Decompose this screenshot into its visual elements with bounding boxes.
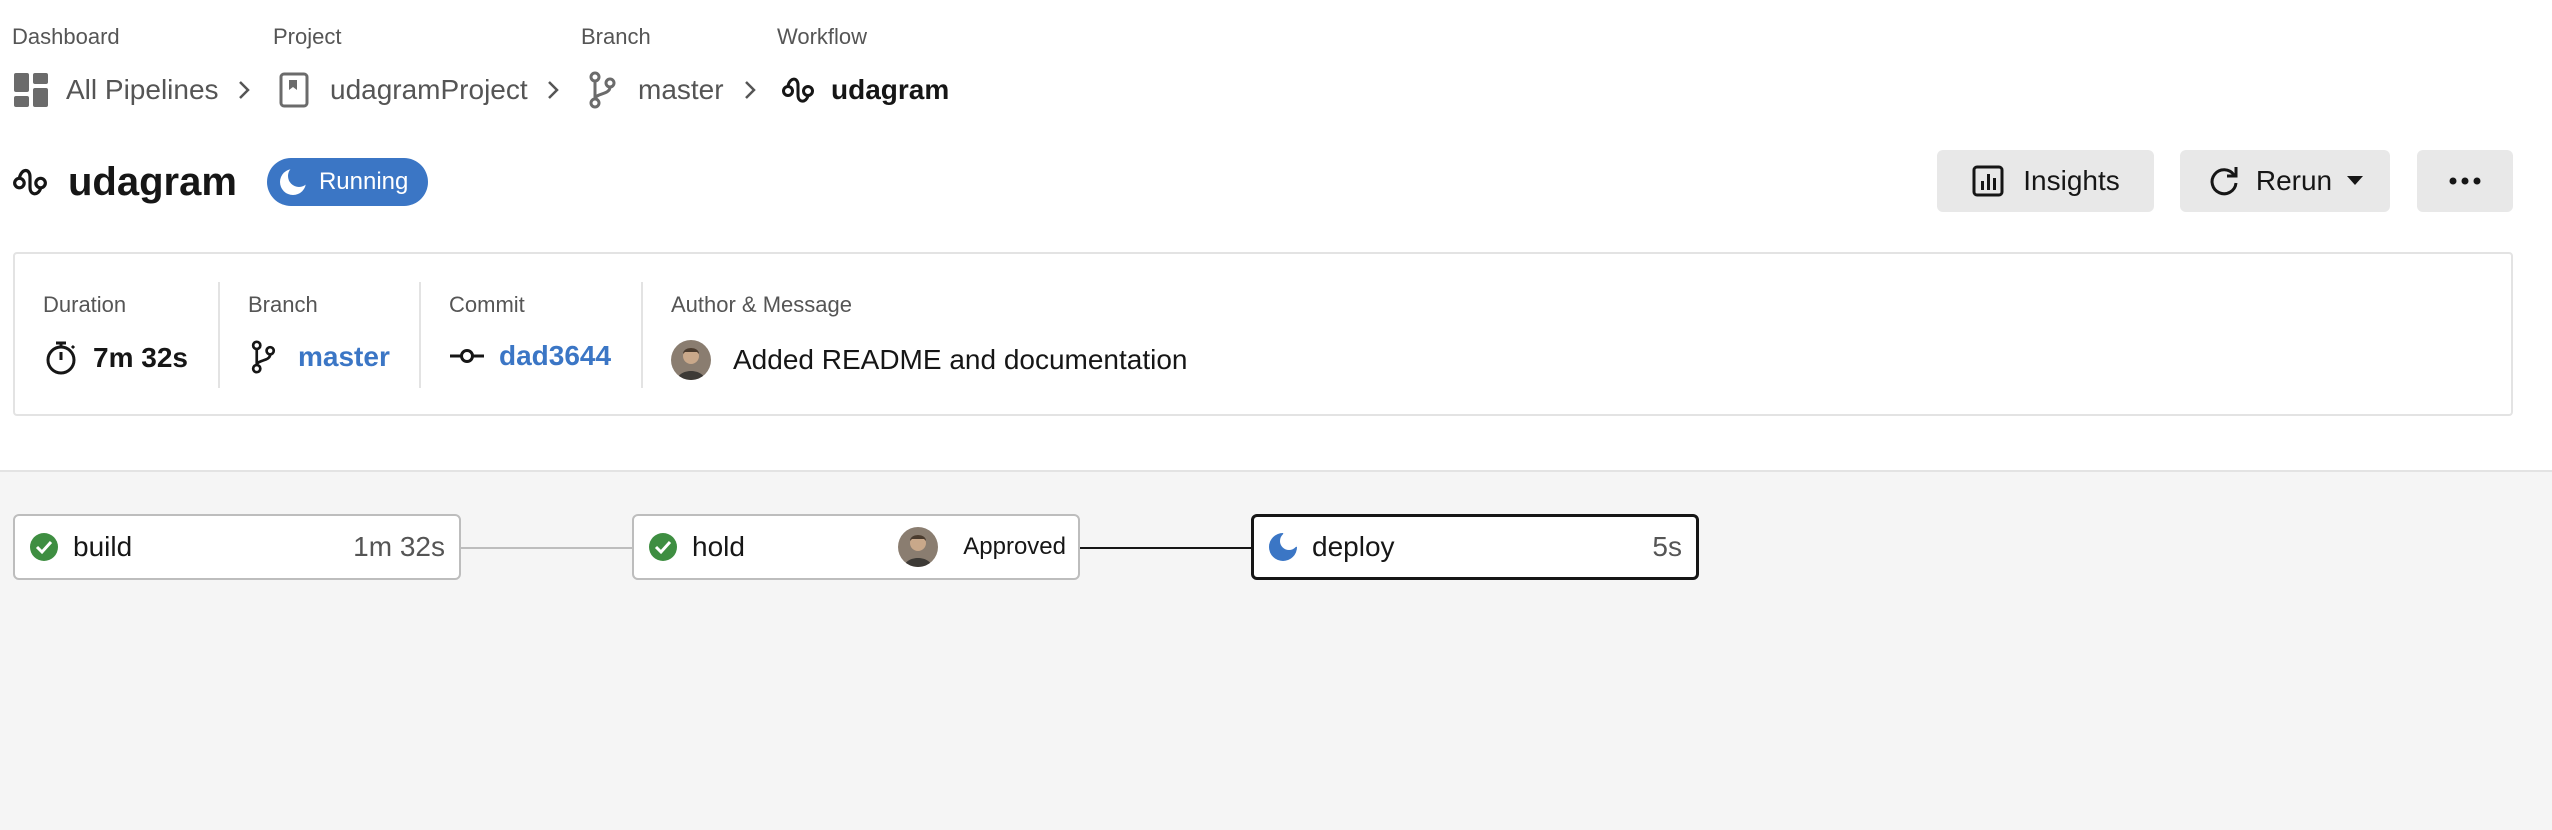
breadcrumb-workflow-current: udagram [781,68,949,112]
duration-label: Duration [43,292,127,317]
workflow-graph: build 1m 32s hold Approved deploy 5s [0,470,2552,830]
job-connector [1080,547,1252,549]
breadcrumb-dashboard-label: Dashboard [12,24,120,49]
insights-icon [1972,165,2004,197]
project-icon [279,72,309,108]
chevron-right-icon [745,81,756,99]
rerun-button[interactable]: Rerun [2180,150,2390,212]
job-hold[interactable]: hold Approved [632,514,1080,580]
branch-icon [251,340,276,374]
branch-link[interactable]: master [638,74,724,106]
running-icon [279,168,307,195]
duration-text: 7m 32s [93,342,188,373]
breadcrumb-dashboard: Dashboard [12,24,120,50]
avatar [898,527,938,567]
chevron-right-icon [239,81,250,99]
branch-section: Branch master [220,282,420,388]
chevron-right-icon [548,81,559,99]
job-name: build [73,531,133,562]
insights-button[interactable]: Insights [1937,150,2154,212]
stopwatch-icon [46,341,76,375]
author-message-value: Added README and documentation [671,340,1188,380]
branch-icon [589,71,616,109]
branch-label: Branch [248,292,318,317]
commit-value[interactable]: dad3644 [449,340,611,372]
caret-down-icon [2347,176,2364,185]
duration-section: Duration 7m 32s [15,282,219,388]
all-pipelines-link[interactable]: All Pipelines [66,74,219,106]
commit-message: Added README and documentation [733,344,1188,375]
breadcrumb-branch-label: Branch [581,24,651,49]
breadcrumb-all-pipelines[interactable]: All Pipelines [12,68,219,112]
breadcrumb-project: Project [273,24,341,50]
insights-label: Insights [2023,165,2120,196]
branch-value[interactable]: master [248,340,390,374]
page-title: udagram [68,159,237,204]
commit-icon [450,349,484,363]
breadcrumb-branch-link[interactable]: master [586,68,724,112]
project-link[interactable]: udagramProject [330,74,528,106]
duration-value: 7m 32s [43,340,188,376]
workflow-current: udagram [831,74,950,105]
running-icon [1269,532,1298,561]
dashboard-icon [14,73,48,107]
author-message-section: Author & Message Added README and docume… [643,282,1643,388]
refresh-icon [2210,167,2238,196]
avatar [671,340,711,380]
workflow-icon [782,77,814,103]
breadcrumb-workflow-label: Workflow [777,24,868,49]
breadcrumb-branch: Branch [581,24,651,50]
more-horizontal-icon [2449,177,2481,185]
commit-section: Commit dad3644 [421,282,643,388]
success-check-icon [30,533,58,561]
job-deploy[interactable]: deploy 5s [1251,514,1699,580]
breadcrumb-project-label: Project [273,24,342,49]
success-check-icon [649,533,677,561]
more-options-button[interactable] [2417,150,2513,212]
pipeline-info-panel: Duration 7m 32s Branch master Commit dad… [13,252,2513,416]
workflow-icon [13,168,47,196]
status-badge: Running [266,158,429,206]
job-name: hold [692,531,745,562]
commit-label: Commit [449,292,525,317]
job-build[interactable]: build 1m 32s [13,514,461,580]
status-text: Running [318,168,409,195]
job-duration: 1m 32s [353,531,445,562]
breadcrumb-project-link[interactable]: udagramProject [278,68,528,112]
workflow-header: udagram Running [12,152,429,212]
rerun-label: Rerun [2255,165,2333,196]
breadcrumb-workflow: Workflow [777,24,867,50]
approval-status: Approved [963,533,1066,560]
author-message-label: Author & Message [671,292,852,317]
job-duration: 5s [1652,531,1682,562]
job-name: deploy [1312,531,1395,562]
branch-link[interactable]: master [298,341,390,373]
job-connector [461,547,633,549]
commit-link[interactable]: dad3644 [499,340,611,372]
